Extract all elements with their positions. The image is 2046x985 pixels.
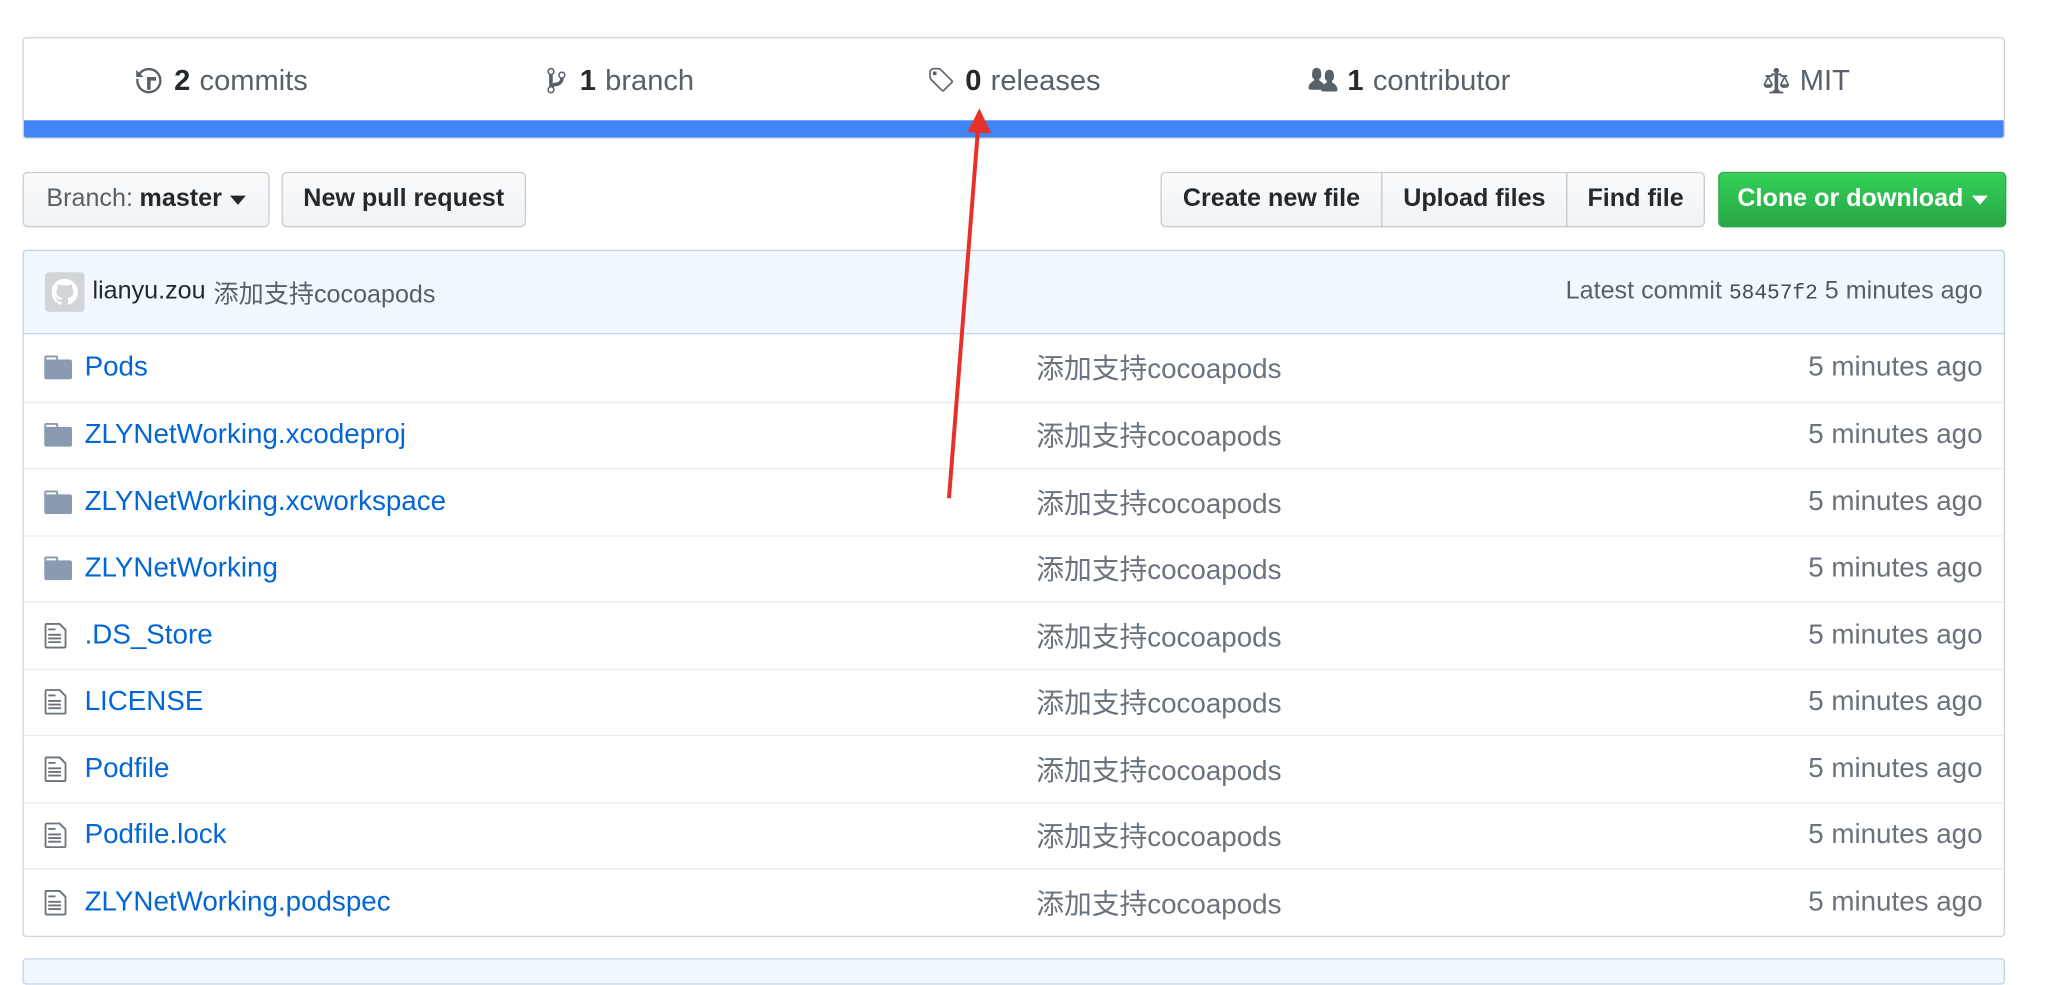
file-row[interactable]: ZLYNetWorking.xcodeproj 添加支持cocoapods 5 mi… <box>23 401 2004 468</box>
file-icon <box>44 754 81 783</box>
file-name-link[interactable]: Pods <box>85 352 1037 384</box>
commit-sha[interactable]: 58457f2 <box>1729 282 1818 306</box>
folder-icon <box>44 490 81 514</box>
commit-author[interactable]: lianyu.zou <box>93 278 206 307</box>
repo-summary: 2 commits 1 branch 0 releases 1 contribu… <box>22 37 2006 139</box>
file-icon <box>44 888 81 917</box>
folder-icon <box>44 423 81 448</box>
file-row[interactable]: Podfile.lock 添加支持cocoapods 5 minutes ago <box>23 801 2004 869</box>
file-row[interactable]: Podfile 添加支持cocoapods 5 minutes ago <box>23 734 2004 802</box>
file-name-link[interactable]: LICENSE <box>85 686 1037 718</box>
commit-age: 5 minutes ago <box>1824 277 1983 306</box>
octocat-icon <box>51 278 78 305</box>
folder-icon <box>44 355 81 380</box>
clone-or-download-button[interactable]: Clone or download <box>1718 171 2007 228</box>
repo-page: 2 commits 1 branch 0 releases 1 contribu… <box>0 0 2046 985</box>
tag-icon <box>929 67 954 92</box>
latest-commit: Latest commit 58457f2 5 minutes ago <box>1566 278 1983 307</box>
file-row[interactable]: ZLYNetWorking 添加支持cocoapods 5 minutes ago <box>23 534 2004 602</box>
file-name-link[interactable]: ZLYNetWorking.xcodeproj <box>85 419 1037 451</box>
commits-label: commits <box>199 62 308 96</box>
file-row[interactable]: .DS_Store 添加支持cocoapods 5 minutes ago <box>23 601 2004 668</box>
people-icon <box>1309 67 1339 91</box>
file-age: 5 minutes ago <box>1808 486 1983 517</box>
branch-prefix: Branch: <box>46 185 133 213</box>
find-file-button[interactable]: Find file <box>1566 171 1705 228</box>
commit-message[interactable]: 添加支持cocoapods <box>214 274 436 310</box>
file-commit-message[interactable]: 添加支持cocoapods <box>1036 482 1723 522</box>
file-row[interactable]: Pods 添加支持cocoapods 5 minutes ago <box>24 334 2004 401</box>
file-age: 5 minutes ago <box>1808 419 1983 450</box>
file-name-link[interactable]: Podfile.lock <box>85 820 1037 852</box>
clone-label: Clone or download <box>1737 185 1964 213</box>
file-commit-message[interactable]: 添加支持cocoapods <box>1036 415 1723 455</box>
file-row[interactable]: ZLYNetWorking.xcworkspace 添加支持cocoapods 5 … <box>23 467 2004 535</box>
file-age: 5 minutes ago <box>1808 886 1983 917</box>
contributors-label: contributor <box>1372 62 1511 96</box>
file-commit-message[interactable]: 添加支持cocoapods <box>1036 549 1723 589</box>
file-age: 5 minutes ago <box>1808 619 1983 650</box>
file-name-link[interactable]: ZLYNetWorking.podspec <box>85 887 1037 919</box>
branches-link[interactable]: 1 branch <box>420 63 816 97</box>
file-name-link[interactable]: .DS_Store <box>85 620 1037 652</box>
history-icon <box>135 67 162 93</box>
file-name-link[interactable]: ZLYNetWorking <box>85 553 1037 585</box>
folder-icon <box>44 556 81 581</box>
caret-down-icon <box>1971 194 1988 205</box>
caret-down-icon <box>229 194 246 205</box>
branch-select-button[interactable]: Branch: master <box>22 171 270 228</box>
new-pull-request-button[interactable]: New pull request <box>281 171 527 228</box>
file-age: 5 minutes ago <box>1808 686 1983 717</box>
branches-count: 1 <box>579 62 596 96</box>
branches-label: branch <box>605 62 695 96</box>
numbers-summary: 2 commits 1 branch 0 releases 1 contribu… <box>24 38 2004 121</box>
file-row[interactable]: ZLYNetWorking.podspec 添加支持cocoapods 5 minu… <box>23 868 2004 935</box>
file-name-link[interactable]: ZLYNetWorking.xcworkspace <box>85 486 1037 518</box>
file-commit-message[interactable]: 添加支持cocoapods <box>1036 682 1723 722</box>
file-commit-message[interactable]: 添加支持cocoapods <box>1036 616 1723 656</box>
file-icon <box>44 621 81 650</box>
file-list: Pods 添加支持cocoapods 5 minutes ago ZLYNetWork… <box>22 334 2006 937</box>
commits-link[interactable]: 2 commits <box>24 63 420 97</box>
law-icon <box>1763 67 1789 93</box>
file-name-link[interactable]: Podfile <box>85 753 1037 785</box>
releases-link[interactable]: 0 releases <box>816 63 1212 97</box>
upload-files-button[interactable]: Upload files <box>1381 171 1568 228</box>
file-commit-message[interactable]: 添加支持cocoapods <box>1036 816 1723 856</box>
commits-count: 2 <box>174 62 191 96</box>
file-age: 5 minutes ago <box>1808 819 1983 851</box>
file-commit-message[interactable]: 添加支持cocoapods <box>1036 749 1723 789</box>
contributors-count: 1 <box>1347 62 1364 96</box>
license-label: MIT <box>1799 62 1850 96</box>
latest-commit-label: Latest commit <box>1565 277 1722 306</box>
readme-box <box>22 958 2006 985</box>
file-commit-message[interactable]: 添加支持cocoapods <box>1036 883 1723 923</box>
releases-count: 0 <box>965 62 982 96</box>
avatar[interactable] <box>44 272 85 312</box>
releases-label: releases <box>990 62 1101 96</box>
commit-tease: lianyu.zou 添加支持cocoapods Latest commit 5… <box>22 249 2006 335</box>
file-age: 5 minutes ago <box>1808 351 1983 383</box>
file-icon <box>44 688 81 717</box>
branch-icon <box>546 67 566 93</box>
language-bar[interactable] <box>23 120 2004 138</box>
license-link[interactable]: MIT <box>1608 63 2004 97</box>
file-icon <box>44 821 81 850</box>
contributors-link[interactable]: 1 contributor <box>1212 63 1608 97</box>
file-row[interactable]: LICENSE 添加支持cocoapods 5 minutes ago <box>23 668 2004 735</box>
create-new-file-button[interactable]: Create new file <box>1160 171 1383 228</box>
branch-name: master <box>139 185 222 213</box>
file-commit-message[interactable]: 添加支持cocoapods <box>1036 348 1723 388</box>
file-age: 5 minutes ago <box>1808 552 1983 584</box>
file-age: 5 minutes ago <box>1808 753 1983 784</box>
